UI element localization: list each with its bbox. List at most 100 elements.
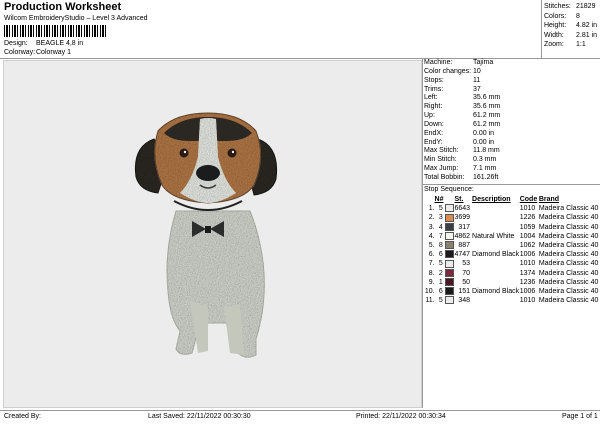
stitch-count: 50 — [462, 278, 471, 286]
info-row: Color changes: 10 — [424, 67, 481, 75]
sequence-row: 4. 7 4862 Natural White 1004 Madeira Classic … — [424, 232, 600, 241]
needle-number: 5 — [438, 297, 443, 305]
stat-row: Stitches: 21829 — [544, 3, 596, 10]
thread-description — [472, 204, 520, 213]
stitch-count: 317 — [458, 223, 471, 231]
info-row: Up: 61.2 mm — [424, 112, 501, 120]
summary-stats: Stitches: 21829 Colors: 8 Height: 4.82 in W… — [544, 2, 597, 50]
needle-number: 3 — [438, 214, 443, 222]
row-index: 3. — [428, 223, 435, 231]
needle-number: 5 — [438, 260, 443, 268]
color-swatch — [444, 250, 455, 259]
design-value: BEAGLE 4,8 in — [36, 40, 84, 47]
col-header-code: Code — [519, 196, 538, 204]
stitch-count: 3699 — [454, 214, 471, 222]
needle-number: 1 — [438, 278, 443, 286]
thread-description: Diamond Black — [472, 251, 520, 259]
row-index: 6. — [428, 251, 435, 259]
info-row: Stops: 11 — [424, 76, 481, 84]
page-number: Page 1 of 1 — [562, 413, 598, 420]
thread-brand: Madeira Classic 40 — [538, 223, 599, 231]
color-swatch — [444, 268, 455, 278]
thread-code: 1236 — [519, 278, 536, 286]
sequence-divider — [422, 184, 600, 185]
thread-brand: Madeira Classic 40 — [538, 232, 599, 240]
thread-brand: Madeira Classic 40 — [538, 287, 599, 295]
thread-code: 1004 — [519, 232, 536, 240]
header-divider — [0, 58, 600, 59]
thread-description — [472, 296, 520, 305]
sequence-row: 2. 3 3699 1226 Madeira Classic 40 — [424, 213, 600, 222]
design-barcode — [4, 25, 108, 37]
stitch-count: 4862 — [454, 232, 471, 240]
created-by: Created By: — [4, 413, 41, 420]
design-row: Design: BEAGLE 4,8 in — [4, 40, 83, 47]
thread-brand: Madeira Classic 40 — [538, 297, 599, 305]
sequence-header-row: N# St. Description Code Brand — [424, 195, 600, 204]
needle-number: 6 — [438, 251, 443, 259]
needle-number: 2 — [438, 269, 443, 277]
needle-number: 5 — [438, 205, 443, 213]
thread-color-swatch — [444, 222, 454, 231]
colorway-row: Colorway:Colorway 1 — [4, 49, 71, 56]
thread-color-swatch — [444, 213, 454, 222]
thread-code: 1374 — [519, 269, 536, 277]
thread-description — [472, 259, 520, 268]
stitch-count: 348 — [458, 297, 471, 305]
row-index: 4. — [428, 232, 435, 240]
needle-number: 4 — [438, 223, 443, 231]
thread-brand: Madeira Classic 40 — [538, 205, 599, 213]
thread-code: 1059 — [519, 223, 536, 231]
colorway-label: Colorway: — [4, 49, 36, 56]
stitch-count: 53 — [462, 260, 471, 268]
thread-brand: Madeira Classic 40 — [538, 251, 599, 259]
sequence-row: 7. 5 53 1010 Madeira Classic 40 — [424, 259, 600, 268]
thread-description — [472, 241, 520, 250]
colorway-value: Colorway 1 — [36, 49, 72, 56]
info-row: Right: 35.6 mm — [424, 103, 501, 111]
row-index: 11. — [425, 297, 435, 305]
sequence-row: 3. 4 317 1059 Madeira Classic 40 — [424, 222, 600, 232]
thread-code: 1226 — [519, 214, 536, 222]
color-swatch — [444, 222, 455, 232]
sequence-row: 9. 1 50 1236 Madeira Classic 40 — [424, 277, 600, 287]
thread-brand: Madeira Classic 40 — [538, 269, 599, 277]
sequence-row: 6. 6 4747 Diamond Black 1006 Madeira Classic … — [424, 250, 600, 259]
row-index: 9. — [428, 278, 435, 286]
thread-code: 1010 — [519, 260, 536, 268]
thread-description: Natural White — [472, 232, 515, 240]
info-row: Machine: Tajima — [424, 59, 494, 66]
thread-code: 1006 — [519, 287, 536, 295]
sequence-row: 11. 5 348 1010 Madeira Classic 40 — [424, 296, 600, 305]
thread-code: 1062 — [519, 242, 536, 250]
info-row: EndY: 0.00 in — [424, 138, 495, 146]
row-index: 5. — [428, 242, 435, 250]
stitch-count: 887 — [458, 242, 471, 250]
info-row: Left: 35.6 mm — [424, 94, 501, 102]
info-row: Min Stitch: 0.3 mm — [424, 156, 497, 164]
color-swatch — [444, 204, 455, 213]
info-row: Max Stitch: 11.8 mm — [424, 147, 500, 155]
color-swatch — [444, 277, 455, 287]
info-row: Down: 61.2 mm — [424, 120, 501, 128]
col-header-description: Description — [472, 196, 511, 204]
color-swatch — [444, 296, 455, 305]
thread-description — [472, 278, 520, 287]
thread-code: 1006 — [519, 251, 536, 259]
thread-color-swatch — [444, 250, 454, 259]
thread-color-swatch — [444, 287, 454, 296]
panel-divider — [422, 58, 423, 408]
color-swatch — [444, 232, 455, 241]
row-index: 8. — [428, 269, 435, 277]
color-swatch — [444, 213, 455, 222]
footer-divider — [0, 410, 600, 411]
thread-color-swatch — [444, 296, 454, 305]
color-swatch — [444, 259, 455, 268]
thread-description — [472, 213, 520, 222]
machine-info: Machine: Tajima Color changes: 10 Stops: 11… — [424, 59, 500, 183]
stitch-count: 70 — [462, 269, 471, 277]
needle-number: 7 — [438, 232, 443, 240]
thread-color-swatch — [444, 204, 454, 213]
thread-brand: Madeira Classic 40 — [538, 214, 599, 222]
stat-row: Width: 2.81 in — [544, 31, 598, 39]
